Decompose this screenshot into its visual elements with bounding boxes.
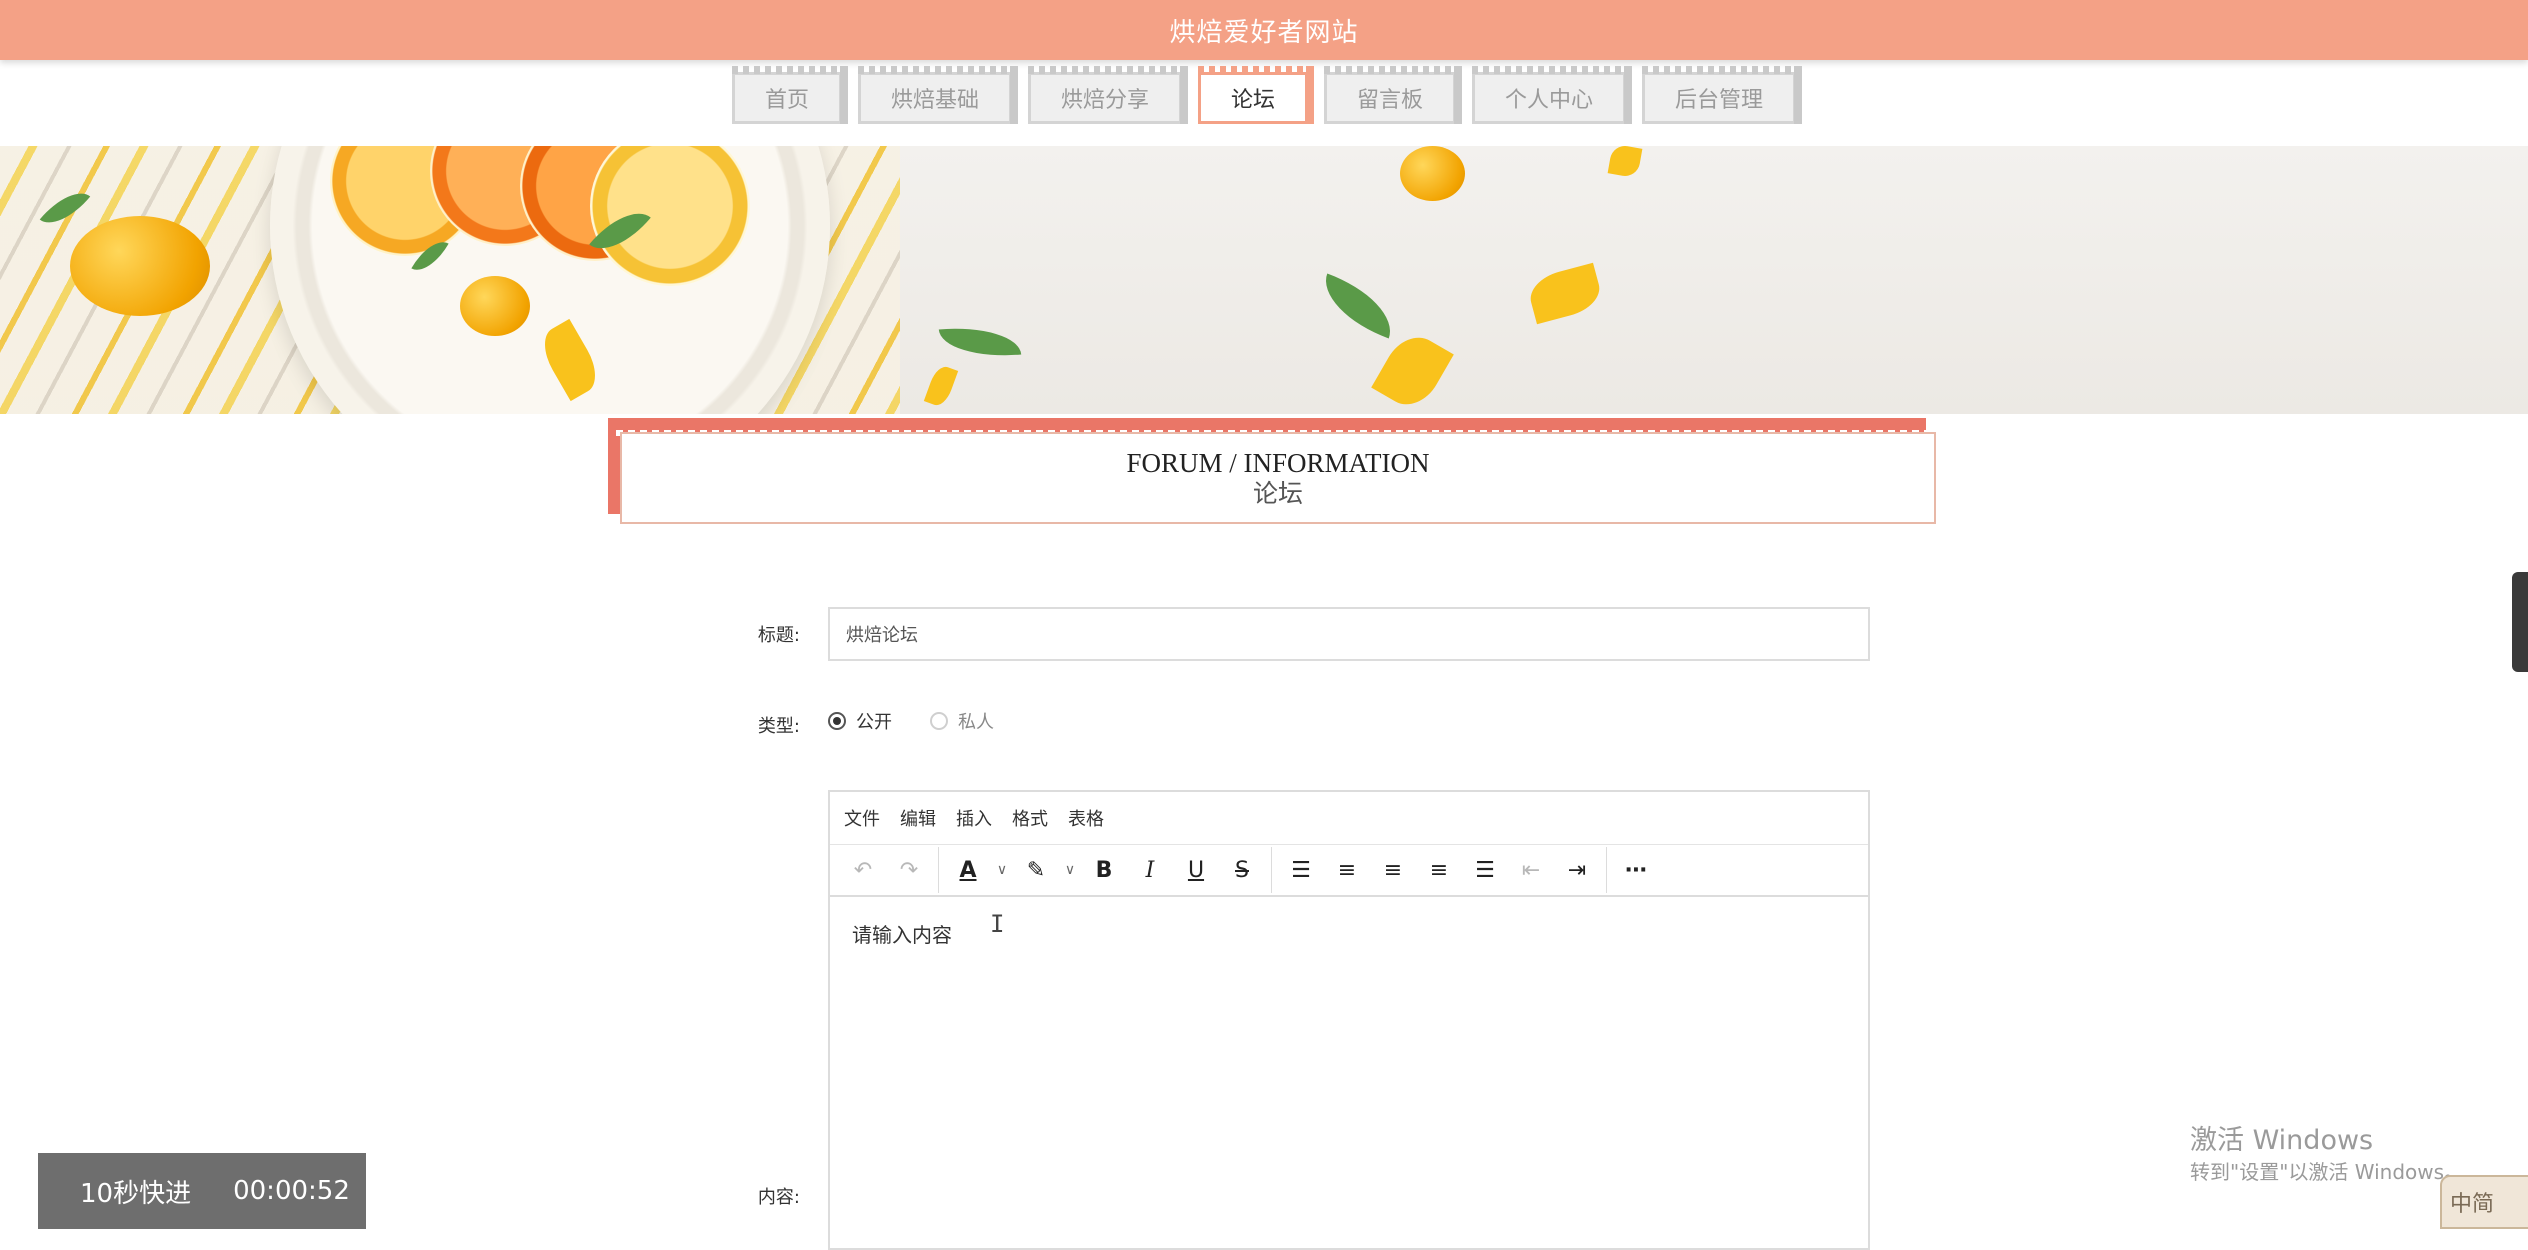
outdent-icon[interactable]: ⇤ <box>1508 850 1554 890</box>
kumquat <box>70 216 210 316</box>
highlight-icon[interactable]: ✎ <box>1013 850 1059 890</box>
nav-item-message-board[interactable]: 留言板 <box>1324 66 1463 124</box>
nav-label: 个人中心 <box>1505 88 1594 113</box>
radio-public-label[interactable]: 公开 <box>856 708 892 734</box>
menu-table[interactable]: 表格 <box>1068 805 1104 831</box>
type-label: 类型: <box>757 716 800 737</box>
ime-indicator[interactable]: 中简 <box>2440 1175 2528 1229</box>
section-heading: FORUM / INFORMATION 论坛 <box>608 418 1938 526</box>
align-left-icon[interactable]: ≡ <box>1324 850 1370 890</box>
section-title-cn: 论坛 <box>1252 479 1303 508</box>
toolbar-divider <box>938 847 939 893</box>
site-title: 烘焙爱好者网站 <box>1169 17 1359 48</box>
menu-insert[interactable]: 插入 <box>956 805 992 831</box>
align-right-icon[interactable]: ≡ <box>1416 850 1462 890</box>
section-heading-card: FORUM / INFORMATION 论坛 <box>620 432 1936 524</box>
radio-private-label[interactable]: 私人 <box>958 708 994 734</box>
video-player-bar: 10秒快进 00:00:52 <box>38 1153 366 1229</box>
menu-edit[interactable]: 编辑 <box>900 805 936 831</box>
content-label: 内容: <box>757 1187 800 1208</box>
nav-label: 烘焙基础 <box>890 88 979 113</box>
editor-placeholder: 请输入内容 <box>852 923 952 947</box>
chevron-down-icon[interactable]: ∨ <box>991 850 1013 890</box>
line-height-icon[interactable]: ☰ <box>1278 850 1324 890</box>
nav-label: 烘焙分享 <box>1060 88 1149 113</box>
petal <box>1371 326 1454 414</box>
nav-label: 论坛 <box>1230 88 1275 113</box>
kumquat <box>1400 146 1465 201</box>
toolbar-divider <box>1271 847 1272 893</box>
watermark-line1: 激活 Windows <box>2190 1125 2374 1156</box>
more-icon[interactable]: ⋯ <box>1613 850 1659 890</box>
align-justify-icon[interactable]: ☰ <box>1462 850 1508 890</box>
petal <box>1607 146 1643 179</box>
ime-label: 中简 <box>2450 1192 2495 1217</box>
nav-label: 留言板 <box>1357 88 1424 113</box>
menu-file[interactable]: 文件 <box>844 805 880 831</box>
italic-icon[interactable]: I <box>1127 850 1173 890</box>
leaf <box>938 322 1022 362</box>
type-radio-group: 公开 私人 <box>828 708 994 734</box>
nav-item-forum[interactable]: 论坛 <box>1197 66 1315 124</box>
strikethrough-icon[interactable]: S <box>1219 850 1265 890</box>
editor-menubar: 文件 编辑 插入 格式 表格 <box>830 792 1868 845</box>
editor-content-area[interactable]: 请输入内容 <box>830 897 1868 970</box>
windows-activation-watermark: 激活 Windows 转到"设置"以激活 Windows。 <box>2190 1124 2464 1186</box>
nav-item-home[interactable]: 首页 <box>731 66 848 124</box>
nav-item-baking-basics[interactable]: 烘焙基础 <box>857 66 1018 124</box>
main-nav: 首页 烘焙基础 烘焙分享 论坛 留言板 个人中心 后台管理 <box>0 66 2528 132</box>
nav-label: 后台管理 <box>1675 88 1764 113</box>
bold-icon[interactable]: B <box>1081 850 1127 890</box>
redo-icon[interactable]: ↷ <box>886 850 932 890</box>
petal <box>923 363 959 409</box>
radio-private[interactable] <box>930 712 948 730</box>
site-header: 烘焙爱好者网站 <box>0 0 2528 60</box>
editor-toolbar: ↶ ↷ A ∨ ✎ ∨ B I U S ☰ ≡ ≡ ≡ ☰ ⇤ ⇥ ⋯ <box>830 845 1868 897</box>
nav-item-baking-share[interactable]: 烘焙分享 <box>1027 66 1189 124</box>
indent-icon[interactable]: ⇥ <box>1554 850 1600 890</box>
text-cursor-icon: I <box>990 910 1005 938</box>
chevron-down-icon[interactable]: ∨ <box>1059 850 1081 890</box>
kumquat <box>460 276 530 336</box>
menu-format[interactable]: 格式 <box>1012 805 1048 831</box>
nav-label: 首页 <box>764 88 809 113</box>
toolbar-divider <box>1606 847 1607 893</box>
skip-forward-button[interactable]: 10秒快进 <box>80 1173 191 1210</box>
section-title-en: FORUM / INFORMATION <box>1126 448 1430 478</box>
playback-time: 00:00:52 <box>233 1176 350 1206</box>
underline-icon[interactable]: U <box>1173 850 1219 890</box>
petal <box>1525 262 1605 325</box>
side-tab-handle[interactable] <box>2512 572 2528 672</box>
nav-item-admin[interactable]: 后台管理 <box>1642 66 1803 124</box>
title-input[interactable] <box>828 607 1870 661</box>
nav-item-personal-center[interactable]: 个人中心 <box>1472 66 1633 124</box>
watermark-line2: 转到"设置"以激活 Windows。 <box>2190 1160 2465 1184</box>
leaf <box>1313 273 1403 339</box>
align-center-icon[interactable]: ≡ <box>1370 850 1416 890</box>
banner-image <box>0 146 2528 414</box>
font-color-icon[interactable]: A <box>945 850 991 890</box>
title-label: 标题: <box>757 625 800 646</box>
radio-public[interactable] <box>828 712 846 730</box>
undo-icon[interactable]: ↶ <box>840 850 886 890</box>
rich-text-editor: 文件 编辑 插入 格式 表格 ↶ ↷ A ∨ ✎ ∨ B I U S ☰ ≡ ≡… <box>828 790 1870 1250</box>
